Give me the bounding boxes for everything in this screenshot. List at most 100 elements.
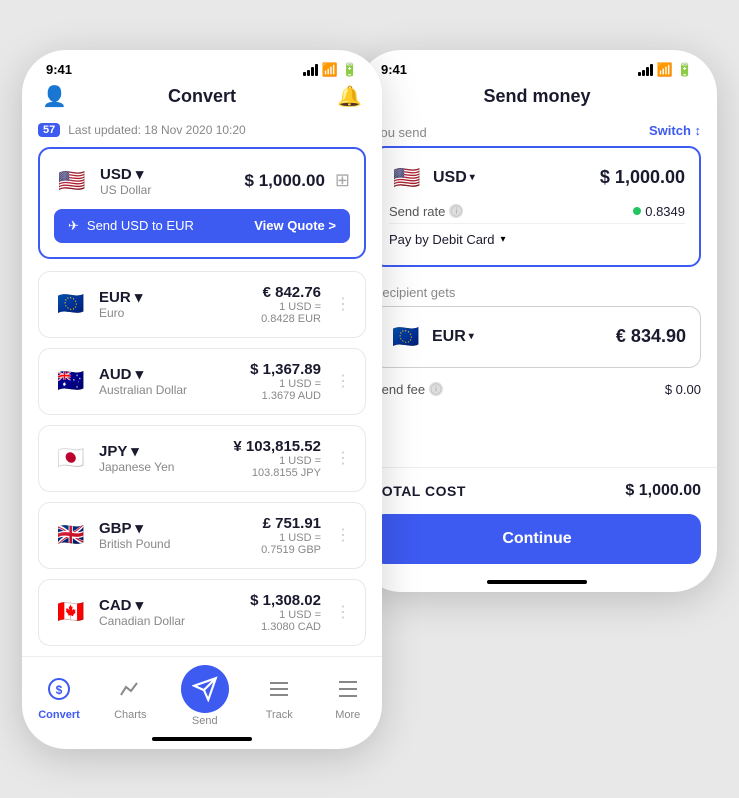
pay-method-chevron: ▾ <box>501 234 506 245</box>
jpy-code[interactable]: JPY ▾ <box>99 442 174 460</box>
jpy-rate: 1 USD =103.8155 JPY <box>233 455 321 479</box>
tab-track[interactable]: Track <box>261 671 297 721</box>
eur-right: € 842.76 1 USD =0.8428 EUR ⋮ <box>261 284 351 325</box>
gbp-name-block: GBP ▾ British Pound <box>99 519 170 551</box>
list-item[interactable]: 🇦🇺 AUD ▾ Australian Dollar $ 1,367.89 1 … <box>38 348 366 415</box>
list-item[interactable]: 🇨🇦 CAD ▾ Canadian Dollar $ 1,308.02 1 US… <box>38 579 366 646</box>
pay-method-row[interactable]: Pay by Debit Card ▾ <box>389 223 685 253</box>
you-send-header: You send Switch ↕ <box>373 115 701 146</box>
list-item[interactable]: 🇬🇧 GBP ▾ British Pound £ 751.91 1 USD =0… <box>38 502 366 569</box>
gbp-right: £ 751.91 1 USD =0.7519 GBP ⋮ <box>261 515 351 556</box>
tab-more-label: More <box>335 709 360 721</box>
tab-send[interactable]: Send <box>181 665 229 727</box>
send-icon <box>192 676 218 702</box>
gbp-code[interactable]: GBP ▾ <box>99 519 170 537</box>
nav-bar-left: 👤 Convert 🔔 <box>22 82 382 115</box>
cad-code[interactable]: CAD ▾ <box>99 596 185 614</box>
base-currency-code[interactable]: USD ▾ <box>100 165 151 183</box>
send-rate-label: Send rate ⓘ <box>389 204 463 219</box>
cad-dots-icon[interactable]: ⋮ <box>335 602 351 622</box>
status-time-right: 9:41 <box>381 62 407 77</box>
tab-convert-label: Convert <box>38 709 80 721</box>
page-title-left: Convert <box>168 86 236 107</box>
cad-flag: 🇨🇦 <box>53 594 89 630</box>
eur-amount-block: € 842.76 1 USD =0.8428 EUR <box>261 284 321 325</box>
tab-more[interactable]: More <box>330 671 366 721</box>
cad-name-block: CAD ▾ Canadian Dollar <box>99 596 185 628</box>
base-currency-card[interactable]: 🇺🇸 USD ▾ US Dollar $ 1,000.00 ⊞ <box>38 147 366 259</box>
view-quote-text[interactable]: View Quote > <box>254 218 336 233</box>
aud-amount-block: $ 1,367.89 1 USD =1.3679 AUD <box>250 361 321 402</box>
eur-code[interactable]: EUR ▾ <box>99 288 142 306</box>
notification-icon[interactable]: 🔔 <box>337 84 362 109</box>
last-updated-bar: 57 Last updated: 18 Nov 2020 10:20 <box>38 115 366 147</box>
jpy-amount: ¥ 103,815.52 <box>233 438 321 455</box>
content-right: You send Switch ↕ 🇺🇸 USD ▾ $ 1,000.00 Se <box>357 115 717 403</box>
list-item[interactable]: 🇯🇵 JPY ▾ Japanese Yen ¥ 103,815.52 1 USD… <box>38 425 366 492</box>
cad-info: 🇨🇦 CAD ▾ Canadian Dollar <box>53 594 185 630</box>
aud-code[interactable]: AUD ▾ <box>99 365 187 383</box>
to-currency-code[interactable]: EUR ▾ <box>432 328 474 346</box>
to-currency-left: 🇪🇺 EUR ▾ <box>388 319 474 355</box>
tab-convert[interactable]: $ Convert <box>38 671 80 721</box>
left-phone: 9:41 📶 🔋 👤 Convert 🔔 57 <box>22 50 382 749</box>
eur-info: 🇪🇺 EUR ▾ Euro <box>53 286 142 322</box>
tab-charts-label: Charts <box>114 709 146 721</box>
send-fee-row: Send fee ⓘ $ 0.00 <box>373 376 701 403</box>
send-plane-icon: ✈ <box>68 218 79 234</box>
send-rate-info-icon[interactable]: ⓘ <box>449 204 463 218</box>
eur-amount: € 842.76 <box>261 284 321 301</box>
tab-charts[interactable]: Charts <box>112 671 148 721</box>
send-fee-value: $ 0.00 <box>665 382 701 397</box>
continue-button[interactable]: Continue <box>373 514 701 564</box>
cad-rate: 1 USD =1.3080 CAD <box>250 609 321 633</box>
eur-dots-icon[interactable]: ⋮ <box>335 294 351 314</box>
jpy-amount-block: ¥ 103,815.52 1 USD =103.8155 JPY <box>233 438 321 479</box>
usd-chevron: ▾ <box>470 172 475 183</box>
cad-amount-block: $ 1,308.02 1 USD =1.3080 CAD <box>250 592 321 633</box>
convert-icon: $ <box>47 677 71 701</box>
track-icon-wrap <box>261 671 297 707</box>
eur-name-block: EUR ▾ Euro <box>99 288 142 320</box>
charts-icon-wrap <box>112 671 148 707</box>
currency-list: 🇪🇺 EUR ▾ Euro € 842.76 1 USD =0.8428 EUR… <box>38 271 366 646</box>
charts-icon <box>118 677 142 701</box>
send-btn-text: Send USD to EUR <box>87 218 194 233</box>
from-currency-code[interactable]: USD ▾ <box>433 169 475 187</box>
base-amount-group: $ 1,000.00 ⊞ <box>245 170 350 191</box>
eur-chevron: ▾ <box>469 331 474 342</box>
eur-full-name: Euro <box>99 306 142 320</box>
jpy-dots-icon[interactable]: ⋮ <box>335 448 351 468</box>
calculator-icon[interactable]: ⊞ <box>335 170 350 191</box>
last-updated-text: Last updated: 18 Nov 2020 10:20 <box>68 123 245 137</box>
jpy-right: ¥ 103,815.52 1 USD =103.8155 JPY ⋮ <box>233 438 351 479</box>
eur-flag: 🇪🇺 <box>53 286 89 322</box>
right-phone: 9:41 📶 🔋 Send money You send Switch ↕ <box>357 50 717 592</box>
status-time-left: 9:41 <box>46 62 72 77</box>
home-indicator-left <box>152 737 252 741</box>
switch-button[interactable]: Switch ↕ <box>649 123 701 138</box>
gbp-full-name: British Pound <box>99 537 170 551</box>
to-flag: 🇪🇺 <box>388 319 424 355</box>
base-currency-amount: $ 1,000.00 <box>245 171 325 191</box>
more-icon-wrap <box>330 671 366 707</box>
svg-text:$: $ <box>56 683 63 697</box>
list-item[interactable]: 🇪🇺 EUR ▾ Euro € 842.76 1 USD =0.8428 EUR… <box>38 271 366 338</box>
jpy-full-name: Japanese Yen <box>99 460 174 474</box>
tab-bar-left: $ Convert Charts <box>22 656 382 731</box>
convert-icon-wrap: $ <box>41 671 77 707</box>
profile-icon[interactable]: 👤 <box>42 84 67 109</box>
total-cost-value: $ 1,000.00 <box>625 482 701 500</box>
aud-flag: 🇦🇺 <box>53 363 89 399</box>
gbp-amount-block: £ 751.91 1 USD =0.7519 GBP <box>261 515 321 556</box>
base-currency-info: 🇺🇸 USD ▾ US Dollar <box>54 163 151 199</box>
gbp-dots-icon[interactable]: ⋮ <box>335 525 351 545</box>
signal-icon-right <box>638 64 653 76</box>
to-amount: € 834.90 <box>616 326 686 347</box>
aud-amount: $ 1,367.89 <box>250 361 321 378</box>
aud-dots-icon[interactable]: ⋮ <box>335 371 351 391</box>
send-fee-info-icon[interactable]: ⓘ <box>429 382 443 396</box>
aud-name-block: AUD ▾ Australian Dollar <box>99 365 187 397</box>
gbp-flag: 🇬🇧 <box>53 517 89 553</box>
send-usd-to-eur-button[interactable]: ✈ Send USD to EUR View Quote > <box>54 209 350 243</box>
